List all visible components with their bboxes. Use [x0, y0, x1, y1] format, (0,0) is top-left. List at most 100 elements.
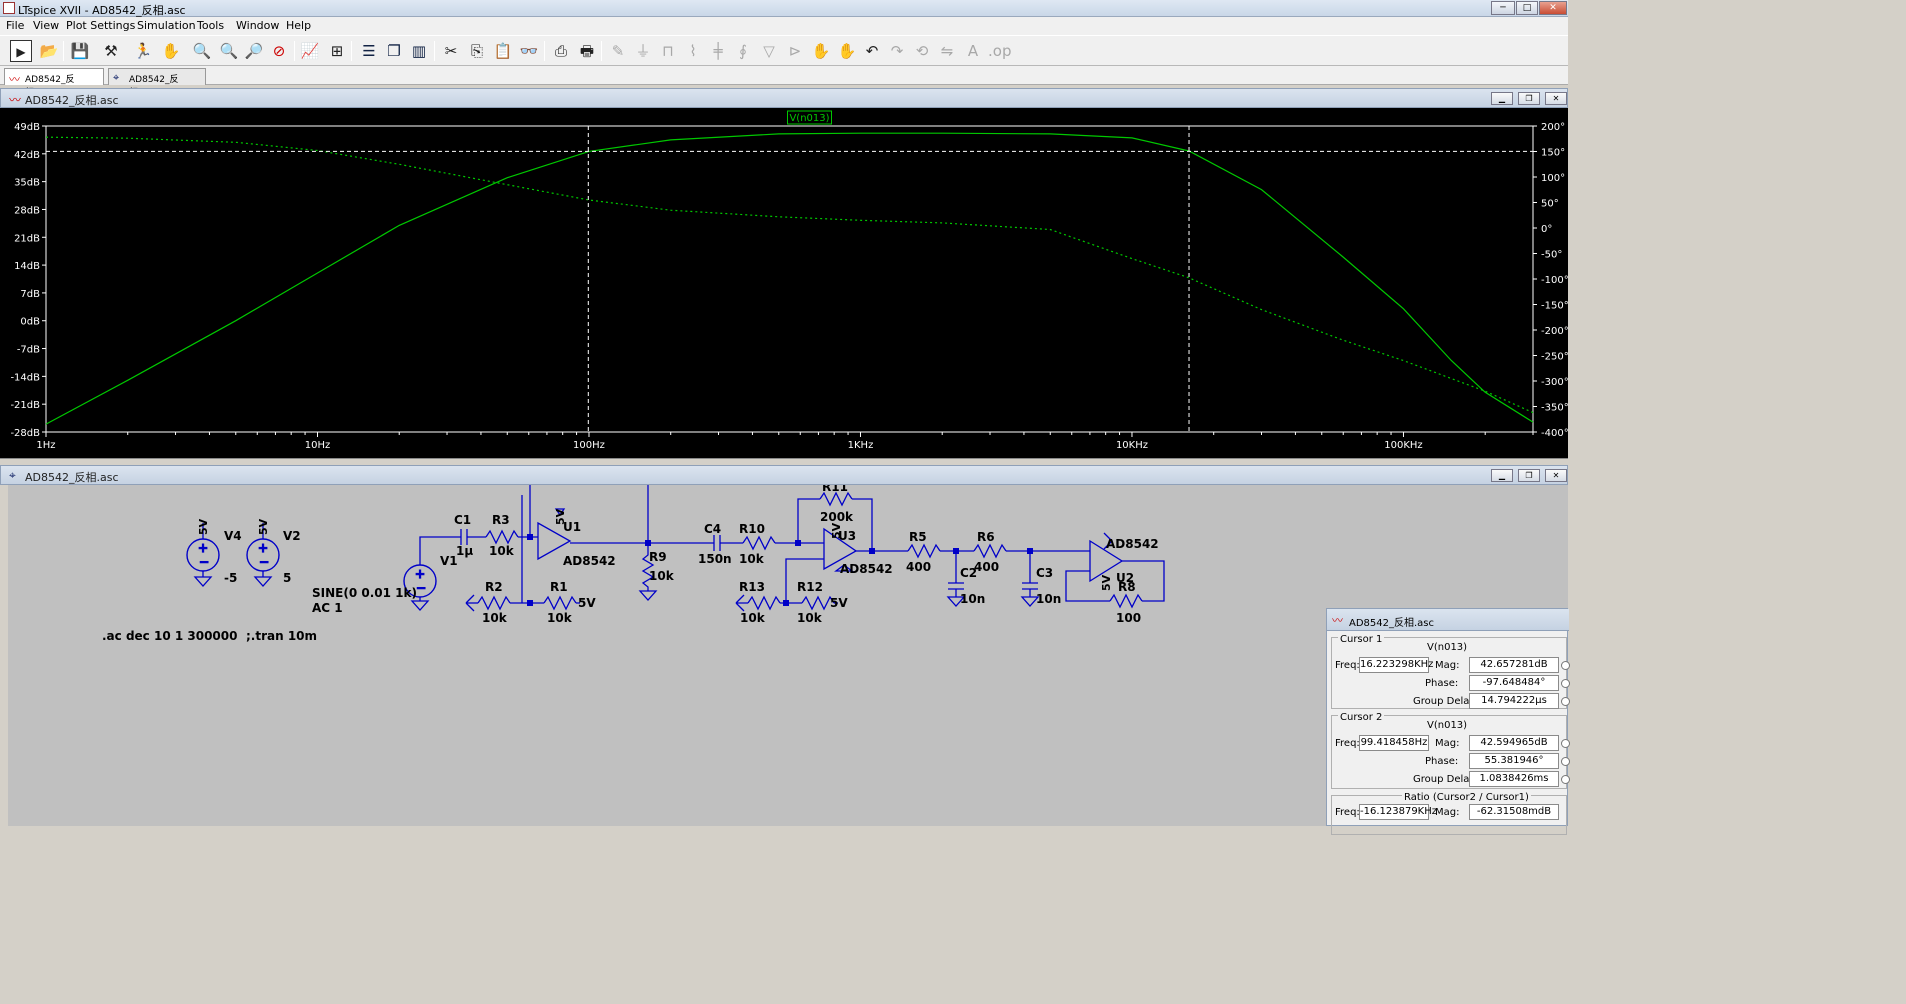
label-u3-supply[interactable]: 5V: [830, 522, 843, 539]
label-sine[interactable]: SINE(0 0.01 1k): [312, 586, 417, 600]
ratio-freq-field[interactable]: -16.123879KHz: [1359, 804, 1437, 820]
label-r13-value[interactable]: 10k: [740, 611, 766, 625]
ratio-mag-field[interactable]: -62.31508mdB: [1469, 804, 1559, 820]
label-r1-value[interactable]: 10k: [547, 611, 573, 625]
cursor1-phase-field[interactable]: -97.648484°: [1469, 675, 1559, 691]
label-v4-value[interactable]: -5: [224, 571, 237, 585]
bode-plot-chart[interactable]: 49dB 42dB 35dB 28dB 21dB 14dB 7dB 0dB -7dB -14dB -…: [0, 108, 1569, 458]
inductor-icon[interactable]: ∮: [732, 40, 754, 62]
text-icon[interactable]: A: [962, 40, 984, 62]
schematic-close-button[interactable]: ✕: [1545, 469, 1567, 482]
waveform-plot-pane[interactable]: 49dB 42dB 35dB 28dB 21dB 14dB 7dB 0dB -7dB -14dB -…: [0, 108, 1569, 458]
zoom-area-icon[interactable]: 🔍: [218, 40, 240, 62]
pane-splitter[interactable]: [0, 458, 1568, 465]
cut-icon[interactable]: ✂: [440, 40, 462, 62]
schematic-minimize-button[interactable]: ▁: [1491, 469, 1513, 482]
label-v2-value[interactable]: 5: [283, 571, 291, 585]
rotate-icon[interactable]: ⟲: [911, 40, 933, 62]
label-c1-value[interactable]: 1µ: [456, 544, 473, 558]
label-r6-value[interactable]: 400: [974, 560, 999, 574]
label-r11-value[interactable]: 200k: [820, 510, 854, 524]
pan-hand-icon[interactable]: ✋: [160, 40, 182, 62]
directive-ac[interactable]: .ac dec 10 1 300000: [102, 629, 237, 643]
menu-file[interactable]: File: [6, 19, 24, 32]
drag-icon[interactable]: ✋: [836, 40, 858, 62]
copy-icon[interactable]: ⎘: [466, 40, 488, 62]
label-r12-supply[interactable]: 5V: [830, 596, 848, 610]
label-r5[interactable]: R5: [909, 530, 927, 544]
tab-waveform[interactable]: 〰 AD8542_反相.asc: [4, 68, 104, 98]
walk-icon[interactable]: 🏃: [132, 40, 154, 62]
label-r9[interactable]: R9: [649, 550, 667, 564]
menu-help[interactable]: Help: [286, 19, 311, 32]
r1-symbol[interactable]: [543, 596, 577, 610]
ground-icon[interactable]: ⏚: [632, 40, 654, 62]
cursor2-freq-field[interactable]: 99.418458Hz: [1359, 735, 1429, 751]
move-icon[interactable]: ✋: [810, 40, 832, 62]
label-c3[interactable]: C3: [1036, 566, 1053, 580]
tab-schematic[interactable]: ⌖ AD8542_反相.asc: [108, 68, 206, 98]
label-r6[interactable]: R6: [977, 530, 995, 544]
label-c3-value[interactable]: 10n: [1036, 592, 1061, 606]
menu-window[interactable]: Window: [236, 19, 279, 32]
v4-source-symbol[interactable]: [186, 538, 220, 572]
label-r5-value[interactable]: 400: [906, 560, 931, 574]
cursor1-groupdelay-radio[interactable]: [1561, 697, 1570, 706]
plot-close-button[interactable]: ✕: [1545, 92, 1567, 105]
label-net-icon[interactable]: ⊓: [657, 40, 679, 62]
find-icon[interactable]: 👓: [518, 40, 540, 62]
cursor1-mag-radio[interactable]: [1561, 661, 1570, 670]
label-r2[interactable]: R2: [485, 580, 503, 594]
label-r13[interactable]: R13: [739, 580, 765, 594]
cursor2-groupdelay-radio[interactable]: [1561, 775, 1570, 784]
maximize-button[interactable]: □: [1516, 1, 1538, 15]
minimize-button[interactable]: ─: [1491, 1, 1515, 15]
directive-tran[interactable]: ;.tran 10m: [246, 629, 317, 643]
label-r1[interactable]: R1: [550, 580, 568, 594]
save-icon[interactable]: 💾: [69, 40, 91, 62]
mirror-icon[interactable]: ⇋: [936, 40, 958, 62]
label-u1-model[interactable]: AD8542: [563, 554, 616, 568]
label-u2-model[interactable]: AD8542: [1106, 537, 1159, 551]
r10-symbol[interactable]: [742, 536, 776, 550]
redo-icon[interactable]: ↷: [886, 40, 908, 62]
menu-view[interactable]: View: [33, 19, 59, 32]
menu-tools[interactable]: Tools: [197, 19, 224, 32]
label-r8-value[interactable]: 100: [1116, 611, 1141, 625]
label-u2-supply[interactable]: 5V: [1100, 574, 1113, 591]
zoom-in-icon[interactable]: 🔍: [191, 40, 213, 62]
fit-icon[interactable]: ⊞: [326, 40, 348, 62]
label-r10[interactable]: R10: [739, 522, 765, 536]
hammer-icon[interactable]: ⚒: [100, 40, 122, 62]
cursor1-groupdelay-field[interactable]: 14.794222µs: [1469, 693, 1559, 709]
print-icon[interactable]: ⎙: [550, 40, 572, 62]
label-r12-value[interactable]: 10k: [797, 611, 823, 625]
diode-icon[interactable]: ▽: [758, 40, 780, 62]
label-r9-value[interactable]: 10k: [649, 569, 675, 583]
plot-restore-button[interactable]: ❐: [1518, 92, 1540, 105]
r11-symbol[interactable]: [819, 492, 853, 506]
open-icon[interactable]: 📂: [38, 40, 60, 62]
r13-symbol[interactable]: [747, 596, 781, 610]
close-button[interactable]: ✕: [1539, 1, 1567, 15]
component-icon[interactable]: ⊳: [784, 40, 806, 62]
label-c1[interactable]: C1: [454, 513, 471, 527]
r2-symbol[interactable]: [477, 596, 511, 610]
label-r11[interactable]: R11: [822, 485, 848, 494]
cascade-icon[interactable]: ❐: [383, 40, 405, 62]
label-u1-supply[interactable]: 5V: [554, 508, 567, 525]
tile-horizontal-icon[interactable]: ☰: [358, 40, 380, 62]
label-r3-value[interactable]: 10k: [489, 544, 515, 558]
label-c2-value[interactable]: 10n: [960, 592, 985, 606]
cursor1-mag-field[interactable]: 42.657281dB: [1469, 657, 1559, 673]
tile-vertical-icon[interactable]: ▥: [408, 40, 430, 62]
capacitor-icon[interactable]: ╪: [707, 40, 729, 62]
label-r12[interactable]: R12: [797, 580, 823, 594]
zoom-cancel-icon[interactable]: ⊘: [268, 40, 290, 62]
run-icon[interactable]: ▶: [10, 40, 32, 62]
menu-plot-settings[interactable]: Plot Settings: [66, 19, 135, 32]
label-ac[interactable]: AC 1: [312, 601, 343, 615]
menu-simulation[interactable]: Simulation: [137, 19, 196, 32]
label-r1-supply[interactable]: 5V: [578, 596, 596, 610]
label-v1[interactable]: V1: [440, 554, 458, 568]
